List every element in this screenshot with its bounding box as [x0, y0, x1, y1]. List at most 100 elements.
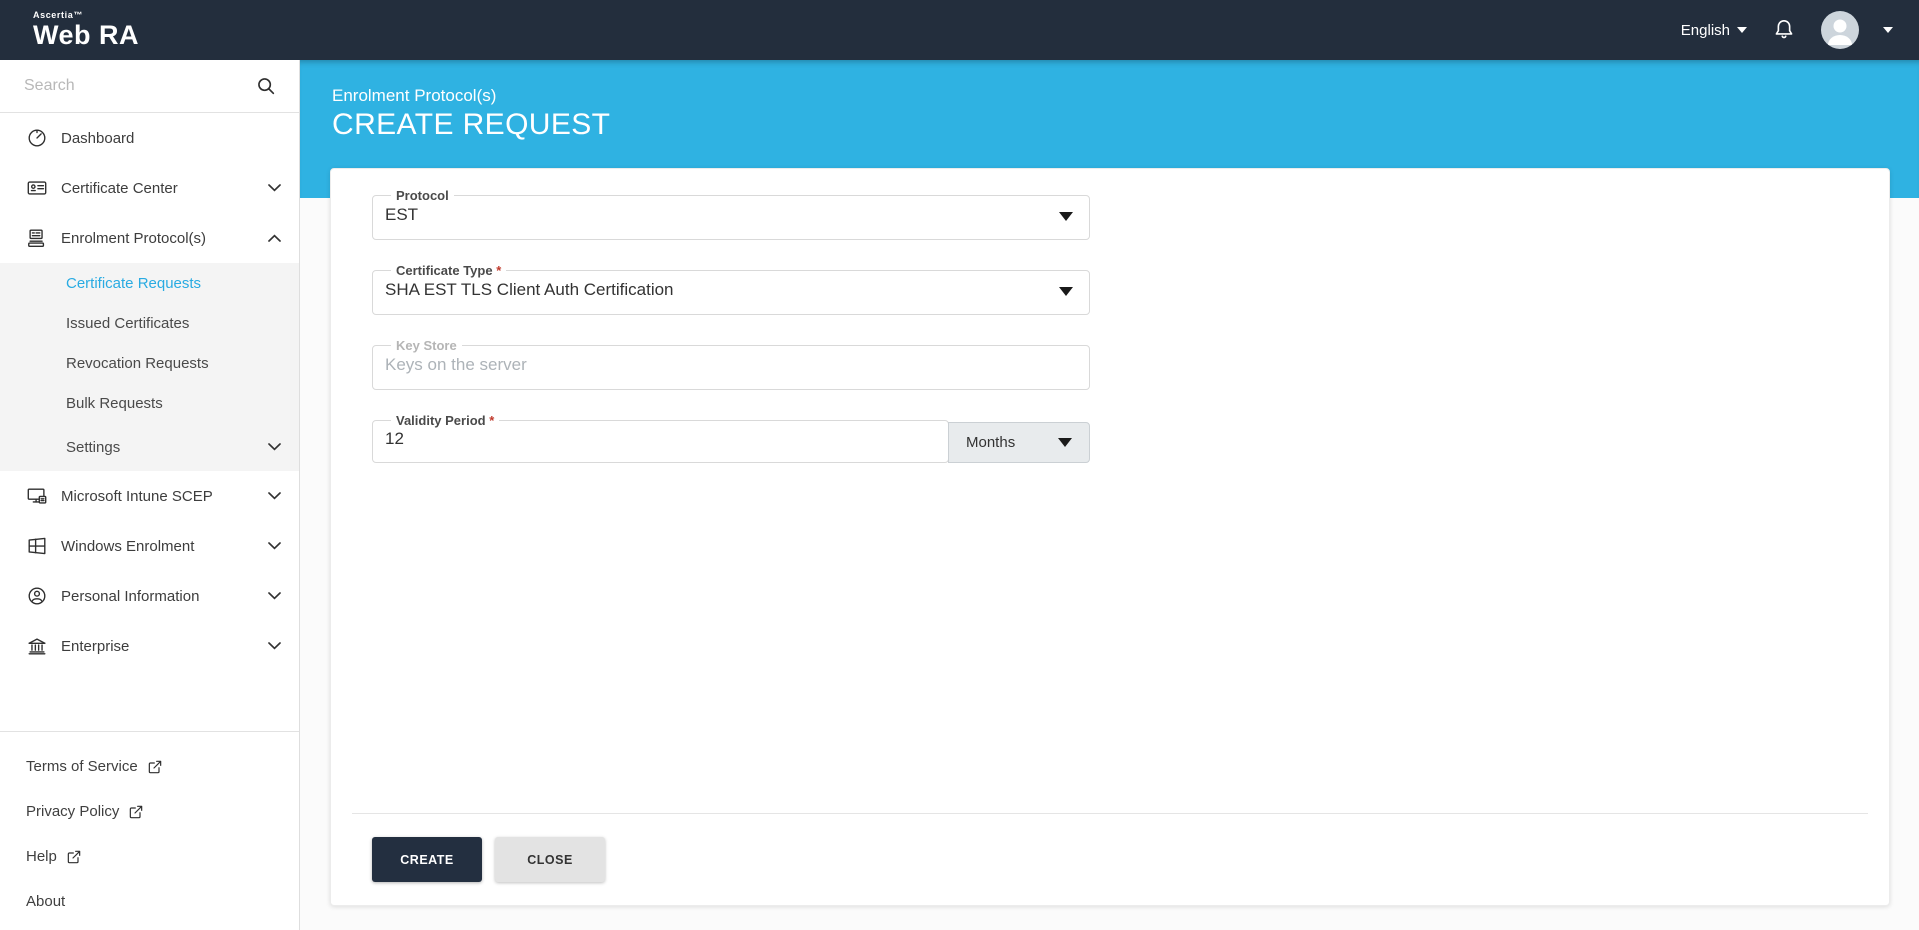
sidebar-item-certificate-center[interactable]: Certificate Center: [0, 163, 299, 213]
footer-link-label: Help: [26, 848, 57, 865]
certificate-type-label: Certificate Type *: [396, 263, 502, 278]
bank-icon: [25, 634, 49, 658]
about-link[interactable]: About: [0, 879, 299, 924]
dropdown-arrow-icon: [1058, 438, 1072, 447]
gauge-icon: [25, 126, 49, 150]
protocol-label: Protocol: [396, 188, 449, 203]
certificate-type-select[interactable]: Certificate Type * SHA EST TLS Client Au…: [372, 264, 1090, 315]
sidebar-item-label: Enrolment Protocol(s): [61, 229, 207, 247]
protocol-value: EST: [385, 205, 419, 224]
sidebar-item-label: Windows Enrolment: [61, 537, 195, 555]
sidebar-subitem-bulk-requests[interactable]: Bulk Requests: [0, 383, 299, 423]
chevron-down-icon: [268, 542, 281, 550]
help-link[interactable]: Help: [0, 834, 299, 879]
key-store-value: Keys on the server: [385, 355, 527, 374]
chevron-up-icon: [268, 234, 281, 242]
top-bar: Ascertia™ Web RA English: [0, 0, 1919, 60]
sidebar-footer: Terms of Service Privacy Policy Help Abo…: [0, 731, 299, 930]
main-content: Enrolment Protocol(s) CREATE REQUEST Pro…: [300, 60, 1919, 930]
validity-period-label: Validity Period *: [396, 413, 495, 428]
key-store-label: Key Store: [396, 338, 457, 353]
profile-menu-arrow-icon[interactable]: [1883, 27, 1893, 33]
sidebar-item-label: Enterprise: [61, 637, 130, 655]
sidebar-item-dashboard[interactable]: Dashboard: [0, 113, 299, 163]
create-request-card: Protocol EST Certificate Type * SHA EST …: [330, 168, 1890, 906]
sidebar-subitem-label: Certificate Requests: [66, 274, 202, 292]
external-link-icon: [148, 760, 161, 773]
create-button[interactable]: CREATE: [372, 837, 482, 882]
sidebar-nav: Dashboard Certificate Center Enrolment P…: [0, 113, 299, 671]
monitor-icon: [25, 484, 49, 508]
required-marker: *: [489, 413, 495, 428]
sidebar-subitem-revocation-requests[interactable]: Revocation Requests: [0, 343, 299, 383]
privacy-policy-link[interactable]: Privacy Policy: [0, 789, 299, 834]
sidebar-subitem-label: Bulk Requests: [66, 394, 163, 412]
key-store-field: Key Store Keys on the server: [372, 339, 1090, 390]
brand-name: Ascertia™: [33, 10, 83, 20]
product-name: Web RA: [33, 20, 140, 50]
sidebar-subitem-label: Issued Certificates: [66, 314, 190, 332]
avatar[interactable]: [1821, 11, 1859, 49]
sidebar-item-label: Dashboard: [61, 129, 135, 147]
sidebar-item-windows-enrolment[interactable]: Windows Enrolment: [0, 521, 299, 571]
certificate-type-field-row: Certificate Type * SHA EST TLS Client Au…: [372, 264, 1090, 315]
page-title: CREATE REQUEST: [332, 108, 611, 141]
sidebar-subitem-label: Settings: [66, 438, 121, 456]
windows-icon: [25, 534, 49, 558]
notifications-button[interactable]: [1771, 17, 1797, 43]
close-button[interactable]: CLOSE: [495, 837, 605, 882]
chevron-down-icon: [268, 592, 281, 600]
create-request-form: Protocol EST Certificate Type * SHA EST …: [372, 189, 1090, 487]
search-input[interactable]: [24, 77, 255, 95]
sidebar-item-microsoft-intune-scep[interactable]: Microsoft Intune SCEP: [0, 471, 299, 521]
chevron-down-icon: [268, 642, 281, 650]
bell-icon: [1775, 19, 1793, 39]
sidebar-item-label: Certificate Center: [61, 179, 178, 197]
language-selector[interactable]: English: [1681, 22, 1747, 39]
sidebar-subitem-certificate-requests[interactable]: Certificate Requests: [0, 263, 299, 303]
sidebar-item-label: Microsoft Intune SCEP: [61, 487, 213, 505]
validity-period-input[interactable]: [385, 429, 865, 449]
sidebar-item-enterprise[interactable]: Enterprise: [0, 621, 299, 671]
sidebar-search: [0, 60, 299, 113]
footer-link-label: About: [26, 893, 66, 910]
chevron-down-icon: [268, 492, 281, 500]
certificate-type-value: SHA EST TLS Client Auth Certification: [385, 280, 674, 299]
form-divider: [352, 813, 1868, 814]
sidebar-item-personal-information[interactable]: Personal Information: [0, 571, 299, 621]
chevron-down-icon: [268, 443, 281, 451]
breadcrumb: Enrolment Protocol(s): [332, 86, 497, 105]
sidebar-subitem-settings[interactable]: Settings: [0, 423, 299, 471]
protocol-select[interactable]: Protocol EST: [372, 189, 1090, 240]
protocol-field-row: Protocol EST: [372, 189, 1090, 240]
external-link-icon: [67, 850, 81, 863]
footer-link-label: Privacy Policy: [26, 803, 120, 820]
chevron-down-icon: [1737, 27, 1747, 33]
validity-unit-value: Months: [966, 434, 1016, 451]
sidebar-item-enrolment-protocols[interactable]: Enrolment Protocol(s): [0, 213, 299, 263]
sidebar-subitem-issued-certificates[interactable]: Issued Certificates: [0, 303, 299, 343]
enrolment-protocols-submenu: Certificate Requests Issued Certificates…: [0, 263, 299, 471]
sidebar-subitem-label: Revocation Requests: [66, 354, 209, 372]
certificate-icon: [25, 176, 49, 200]
topbar-actions: English: [1681, 11, 1919, 49]
sidebar-item-label: Personal Information: [61, 587, 200, 605]
dropdown-arrow-icon[interactable]: [1059, 287, 1073, 296]
sidebar: Dashboard Certificate Center Enrolment P…: [0, 60, 300, 930]
app-logo[interactable]: Ascertia™ Web RA: [0, 11, 139, 49]
dropdown-arrow-icon[interactable]: [1059, 212, 1073, 221]
webra-app: Ascertia™ Web RA English Search Dashboar…: [0, 0, 1919, 930]
enrolment-device-icon: [25, 226, 49, 250]
validity-period-field-row: Validity Period * Months: [372, 414, 1090, 463]
person-circle-icon: [25, 584, 49, 608]
form-actions: CREATE CLOSE: [372, 837, 605, 882]
search-icon[interactable]: [255, 75, 277, 97]
validity-unit-select[interactable]: Months: [948, 422, 1090, 463]
footer-link-label: Terms of Service: [26, 758, 138, 775]
chevron-down-icon: [268, 184, 281, 192]
key-store-field-row: Key Store Keys on the server: [372, 339, 1090, 390]
language-label: English: [1680, 21, 1730, 39]
validity-period-field: Validity Period *: [372, 414, 949, 463]
terms-of-service-link[interactable]: Terms of Service: [0, 744, 299, 789]
avatar-icon: [1828, 19, 1852, 45]
